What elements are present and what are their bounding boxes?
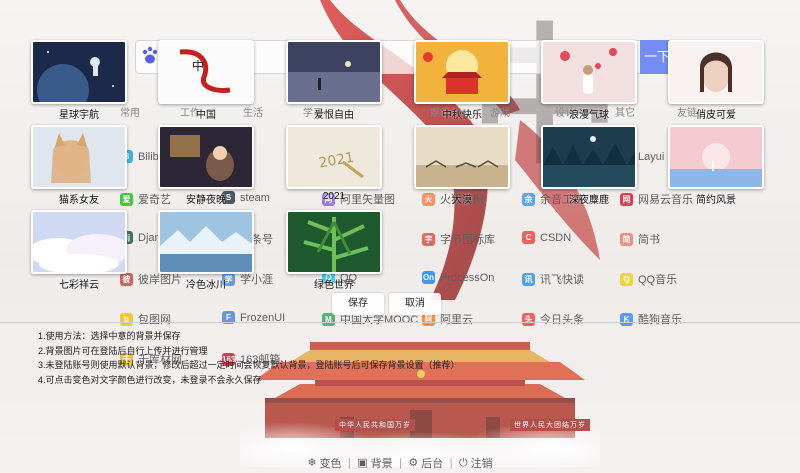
wallpaper-caption: 中秋快乐: [442, 110, 482, 121]
wallpaper-thumbnail[interactable]: [541, 125, 637, 189]
usage-instructions: 1.使用方法：选择中意的背景并保存 2.背景图片可在登陆后自行上传并进行管理 3…: [38, 329, 460, 387]
wallpaper-thumbnail[interactable]: [158, 210, 254, 274]
wallpaper-thumbnail[interactable]: [414, 125, 510, 189]
svg-text:中: 中: [192, 58, 204, 73]
divider: [0, 322, 800, 323]
wallpaper-thumbnail[interactable]: 2021: [286, 125, 382, 189]
wallpaper-preview-image: [33, 127, 125, 187]
wallpaper-preview-image: [160, 212, 252, 272]
wallpaper-preview-image: [670, 127, 762, 187]
wallpaper-caption: 星球宇航: [59, 110, 99, 121]
wallpaper-caption: 大漠: [452, 195, 472, 206]
wallpaper-thumbnail[interactable]: [31, 210, 127, 274]
wallpaper-preview-image: [33, 212, 125, 272]
wallpaper-thumbnail[interactable]: 中: [158, 40, 254, 104]
wallpaper-caption: 2021: [322, 191, 346, 202]
instruction-line: 4.可点击变色对文字颜色进行改变，未登录不会永久保存: [38, 374, 262, 385]
instruction-line: 3.未登陆账号则使用默认背景，修改后超过一定时间会恢复默认背景，登陆账号后可保存…: [38, 360, 460, 370]
wallpaper-thumbnail[interactable]: [414, 40, 510, 104]
wallpaper-caption: 绿色世界: [314, 280, 354, 291]
wallpaper-thumbnail[interactable]: [31, 40, 127, 104]
wallpaper-thumbnail[interactable]: [541, 40, 637, 104]
wallpaper-preview-image: 中: [160, 42, 252, 102]
save-button[interactable]: 保存: [332, 293, 384, 315]
wallpaper-thumbnail[interactable]: [286, 40, 382, 104]
wallpaper-thumbnail[interactable]: [286, 210, 382, 274]
wallpaper-caption: 猫系女友: [59, 195, 99, 206]
wallpaper-preview-image: [160, 127, 252, 187]
wallpaper-caption: 爱恨自由: [314, 110, 354, 121]
wallpaper-caption: 安静夜晚: [186, 195, 226, 206]
cancel-button[interactable]: 取消: [389, 293, 441, 315]
wallpaper-preview-image: 2021: [288, 127, 380, 187]
wallpaper-caption: 冷色冰川: [186, 280, 226, 291]
wallpaper-thumbnail[interactable]: [158, 125, 254, 189]
wallpaper-caption: 中国: [196, 110, 216, 121]
wallpaper-preview-image: [416, 127, 508, 187]
wallpaper-caption: 深夜麋鹿: [569, 195, 609, 206]
instruction-line: 2.背景图片可在登陆后自行上传并进行管理: [38, 345, 208, 356]
wallpaper-preview-image: [543, 42, 635, 102]
instruction-line: 1.使用方法：选择中意的背景并保存: [38, 331, 181, 341]
wallpaper-preview-image: [670, 42, 762, 102]
wallpaper-caption: 简约风景: [696, 195, 736, 206]
wallpaper-thumbnail[interactable]: [668, 40, 764, 104]
wallpaper-thumbnail[interactable]: [668, 125, 764, 189]
wallpaper-preview-image: [288, 212, 380, 272]
wallpaper-caption: 俏皮可爱: [696, 110, 736, 121]
wallpaper-preview-image: [416, 42, 508, 102]
wallpaper-caption: 浪漫气球: [569, 110, 609, 121]
wallpaper-preview-image: [543, 127, 635, 187]
wallpaper-thumbnail[interactable]: [31, 125, 127, 189]
wallpaper-preview-image: [288, 42, 380, 102]
wallpaper-caption: 七彩祥云: [59, 280, 99, 291]
wallpaper-preview-image: [33, 42, 125, 102]
